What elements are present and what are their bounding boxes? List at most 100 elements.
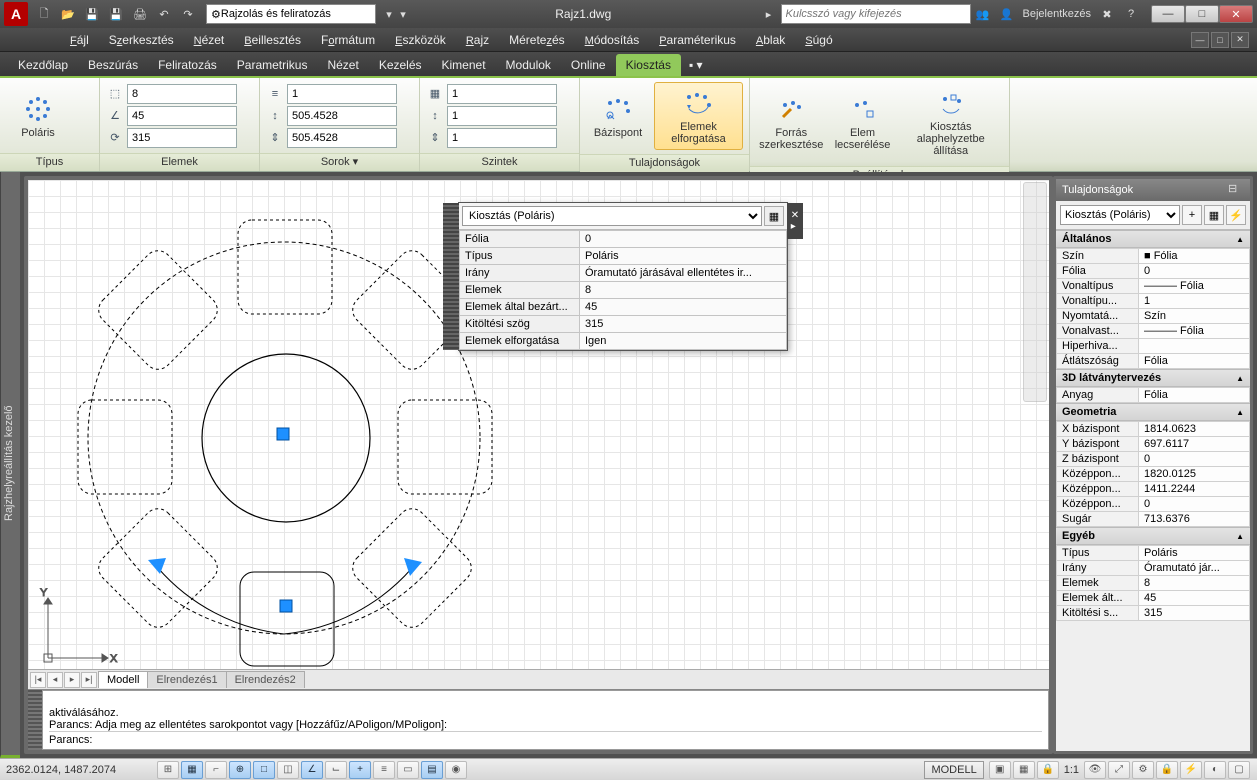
property-value[interactable]: 0 [1139,264,1250,279]
signin-icon[interactable]: 👤 [996,3,1018,25]
ribbon-tab-insert[interactable]: Beszúrás [78,54,148,76]
property-value[interactable]: 1820.0125 [1139,467,1250,482]
property-value[interactable]: 0 [1139,452,1250,467]
property-value[interactable]: Poláris [1139,546,1250,561]
otrack-toggle[interactable]: ∠ [301,761,323,779]
ortho-toggle[interactable]: ⌐ [205,761,227,779]
layout-tab-layout2[interactable]: Elrendezés2 [226,671,305,688]
layout-nav-first[interactable]: |◂ [30,672,46,688]
properties-section-header[interactable]: Geometria▲ [1056,403,1250,421]
quick-properties-panel[interactable]: ✕▸ Kiosztás (Poláris) ▦ Fólia0 TípusPolá… [458,202,788,351]
annotation-autoscale-button[interactable]: ⤢ [1108,761,1130,779]
lwt-toggle[interactable]: ≡ [373,761,395,779]
properties-section-header[interactable]: 3D látványtervezés▲ [1056,369,1250,387]
search-input[interactable] [781,4,971,24]
property-value[interactable]: 1 [1139,294,1250,309]
levels-total-input[interactable] [447,128,557,148]
drawing-recovery-tab[interactable]: Rajzhelyreállítás kezelő [0,172,20,758]
annotation-visibility-button[interactable]: 👁 [1084,761,1106,779]
infocenter-icon[interactable]: 👥 [972,3,994,25]
qat-save-icon[interactable]: 💾 [81,3,103,25]
grid-toggle[interactable]: ▦ [181,761,203,779]
items-fill-input[interactable] [127,128,237,148]
qp-val[interactable]: 0 [580,231,787,248]
menu-dimension[interactable]: Méretezés [499,30,575,50]
replace-item-button[interactable]: Elem lecserélése [831,88,895,156]
exchange-icon[interactable]: ✖ [1096,3,1118,25]
property-value[interactable]: 697.6117 [1139,437,1250,452]
array-type-polar-button[interactable]: Poláris [6,88,70,144]
snap-toggle[interactable]: ⊞ [157,761,179,779]
signin-label[interactable]: Bejelentkezés [1023,8,1092,20]
qp-toggle[interactable]: ▤ [421,761,443,779]
property-value[interactable]: Óramutató jár... [1139,561,1250,576]
ribbon-tab-output[interactable]: Kimenet [432,54,496,76]
isolate-objects-button[interactable]: ◐ [1204,761,1226,779]
reset-array-button[interactable]: Kiosztás alaphelyzetbe állítása [899,82,1004,162]
layout-nav-last[interactable]: ▸| [81,672,97,688]
rows-count-input[interactable] [287,84,397,104]
layout-tab-model[interactable]: Modell [98,671,148,688]
properties-title-bar[interactable]: Tulajdonságok ⊟ [1056,179,1250,201]
ducs-toggle[interactable]: ⌙ [325,761,347,779]
command-prompt[interactable]: Parancs: [49,731,1042,746]
property-value[interactable]: 8 [1139,576,1250,591]
menu-help[interactable]: Súgó [795,30,842,50]
qat-new-icon[interactable]: 🗋 [33,3,55,25]
ribbon-tab-online[interactable]: Online [561,54,616,76]
property-value[interactable]: Fólia [1139,354,1250,369]
ribbon-tab-focus[interactable]: ▪ ▾ [681,54,711,76]
mdi-minimize-button[interactable]: — [1191,32,1209,48]
close-button[interactable]: ✕ [1219,5,1253,23]
property-value[interactable]: 1814.0623 [1139,422,1250,437]
layout-nav-prev[interactable]: ◂ [47,672,63,688]
qat-open-icon[interactable]: 📂 [57,3,79,25]
sc-toggle[interactable]: ◉ [445,761,467,779]
properties-palette[interactable]: Tulajdonságok ⊟ Kiosztás (Poláris) + ▦ ⚡… [1053,176,1253,754]
model-space-button[interactable]: MODELL [924,761,983,779]
property-value[interactable]: Szín [1139,309,1250,324]
mdi-restore-button[interactable]: □ [1211,32,1229,48]
ribbon-tab-array[interactable]: Kiosztás [616,54,681,76]
annotation-scale-value[interactable]: 1:1 [1064,764,1079,776]
rows-total-input[interactable] [287,128,397,148]
properties-quickselect-button[interactable]: ⚡ [1226,205,1246,225]
panel-rows-title[interactable]: Sorok ▾ [260,153,419,171]
edit-source-button[interactable]: Forrás szerkesztése [756,88,827,156]
mdi-close-button[interactable]: ✕ [1231,32,1249,48]
properties-select-button[interactable]: ▦ [1204,205,1224,225]
ribbon-tab-parametric[interactable]: Parametrikus [227,54,318,76]
property-value[interactable]: 0 [1139,497,1250,512]
property-value[interactable]: 315 [1139,606,1250,621]
workspace-dropdown-icon[interactable]: ▾ [382,4,396,24]
workspace-selector[interactable]: ⚙ Rajzolás és feliratozás [206,4,376,24]
menu-tools[interactable]: Eszközök [385,30,456,50]
menu-window[interactable]: Ablak [746,30,795,50]
clean-screen-button[interactable]: ▢ [1228,761,1250,779]
dyn-toggle[interactable]: + [349,761,371,779]
polar-toggle[interactable]: ⊕ [229,761,251,779]
property-value[interactable]: 1411.2244 [1139,482,1250,497]
quick-properties-grip[interactable] [443,203,459,350]
3dosnap-toggle[interactable]: ◫ [277,761,299,779]
menu-edit[interactable]: Szerkesztés [99,30,184,50]
menu-modify[interactable]: Módosítás [575,30,650,50]
tpy-toggle[interactable]: ▭ [397,761,419,779]
ribbon-tab-annotate[interactable]: Feliratozás [148,54,227,76]
search-icon[interactable]: ▸ [758,3,780,25]
qat-redo-icon[interactable]: ↷ [177,3,199,25]
layout-tab-layout1[interactable]: Elrendezés1 [147,671,226,688]
property-value[interactable] [1139,339,1250,354]
minimize-button[interactable]: — [1151,5,1185,23]
status-quickview-icon[interactable]: ▦ [1013,761,1035,779]
workspace-switch-button[interactable]: ⚙ [1132,761,1154,779]
quick-properties-close-button[interactable]: ✕▸ [787,203,803,239]
hardware-accel-button[interactable]: ⚡ [1180,761,1202,779]
qat-undo-icon[interactable]: ↶ [153,3,175,25]
ribbon-tab-manage[interactable]: Kezelés [369,54,432,76]
status-coordinates[interactable]: 2362.0124, 1487.2074 [6,764,156,776]
menu-file[interactable]: FFájlájl [60,30,99,50]
properties-pickadd-button[interactable]: + [1182,205,1202,225]
osnap-toggle[interactable]: □ [253,761,275,779]
quick-properties-type-select[interactable]: Kiosztás (Poláris) [462,206,762,226]
